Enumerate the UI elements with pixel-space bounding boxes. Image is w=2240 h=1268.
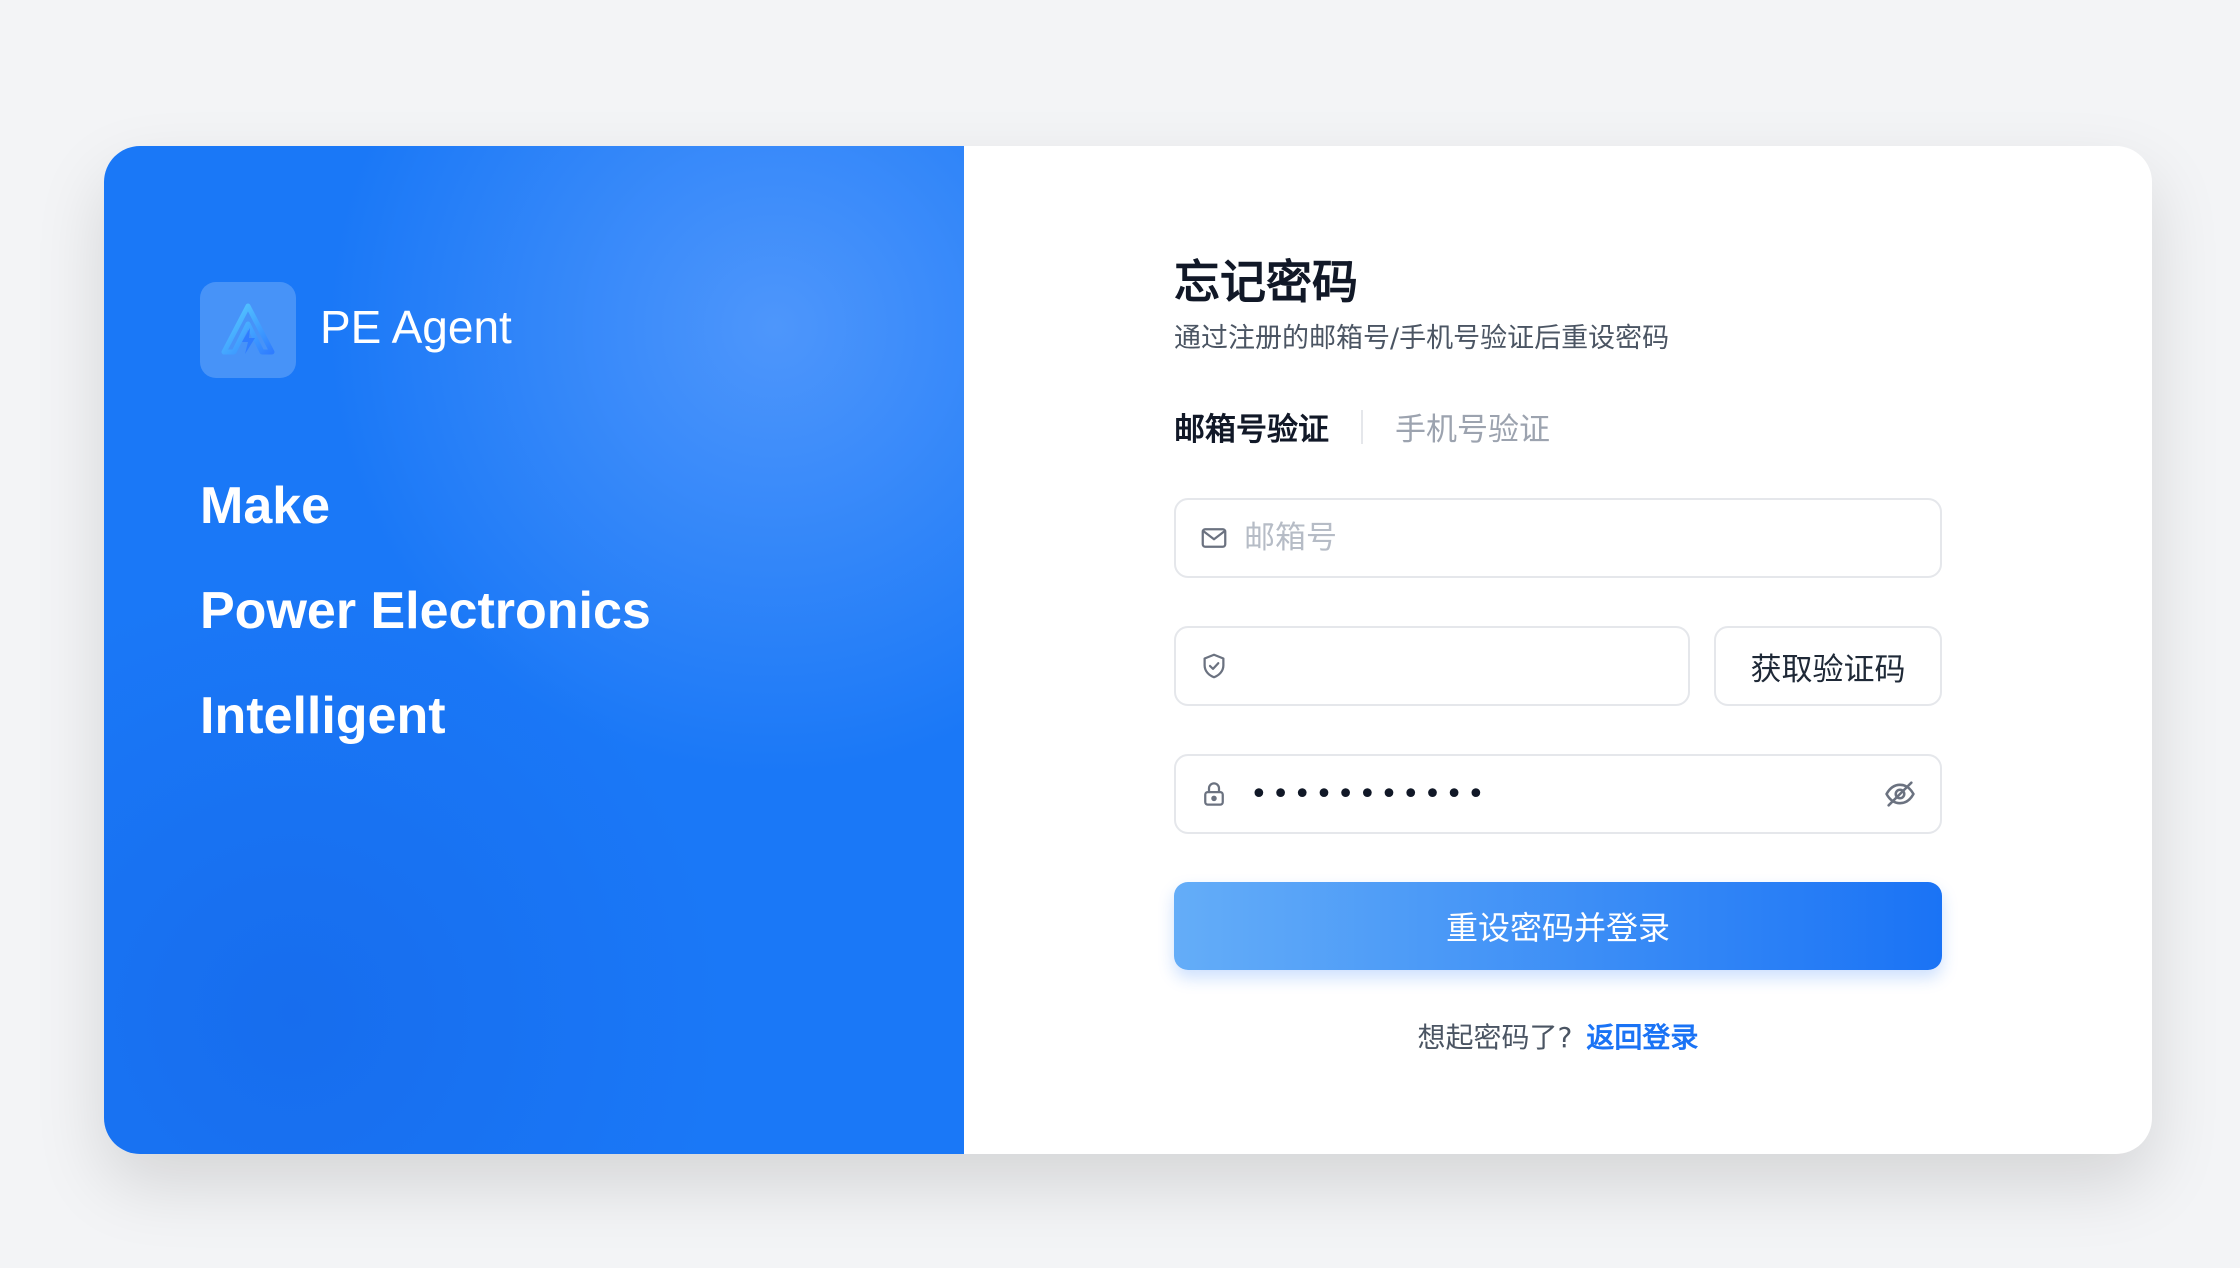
- slogan-line-1: Make: [200, 477, 331, 535]
- reset-and-login-button[interactable]: 重设密码并登录: [1174, 882, 1942, 970]
- page-title: 忘记密码: [1174, 255, 1358, 309]
- verify-method-tabs: 邮箱号验证 手机号验证: [1174, 404, 1550, 449]
- back-to-login-row: 想起密码了? 返回登录: [1174, 1016, 1942, 1056]
- code-field: [1174, 626, 1690, 706]
- forgot-password-card: PE Agent Make Power Electronics Intellig…: [104, 146, 2152, 1154]
- back-to-login-link[interactable]: 返回登录: [1586, 1021, 1698, 1054]
- slogan-line-2: Power Electronics: [200, 582, 651, 640]
- get-code-button[interactable]: 获取验证码: [1714, 626, 1942, 706]
- shield-check-icon: [1198, 650, 1230, 682]
- remember-prompt: 想起密码了?: [1417, 1021, 1573, 1054]
- page-subtitle: 通过注册的邮箱号/手机号验证后重设密码: [1174, 323, 1670, 354]
- lightning-arrow-icon: [221, 303, 275, 355]
- slogan-line-3: Intelligent: [200, 687, 446, 745]
- brand-panel: PE Agent Make Power Electronics Intellig…: [104, 146, 964, 1154]
- tab-divider: [1361, 409, 1363, 444]
- email-field: [1174, 498, 1942, 578]
- mail-icon: [1198, 522, 1230, 554]
- app-logo: [200, 282, 296, 378]
- new-password-input[interactable]: •••••••••••: [1250, 777, 1882, 812]
- verification-code-input[interactable]: [1244, 648, 1688, 684]
- tab-email-verify[interactable]: 邮箱号验证: [1174, 404, 1329, 449]
- lock-icon: [1198, 778, 1230, 810]
- new-password-field: •••••••••••: [1174, 754, 1942, 834]
- eye-off-icon[interactable]: [1882, 776, 1918, 812]
- form-panel: 忘记密码 通过注册的邮箱号/手机号验证后重设密码 邮箱号验证 手机号验证 邮箱号…: [964, 146, 2152, 1154]
- email-input[interactable]: [1244, 520, 1940, 556]
- tab-phone-verify[interactable]: 手机号验证: [1395, 404, 1550, 449]
- brand-name: PE Agent: [320, 301, 512, 353]
